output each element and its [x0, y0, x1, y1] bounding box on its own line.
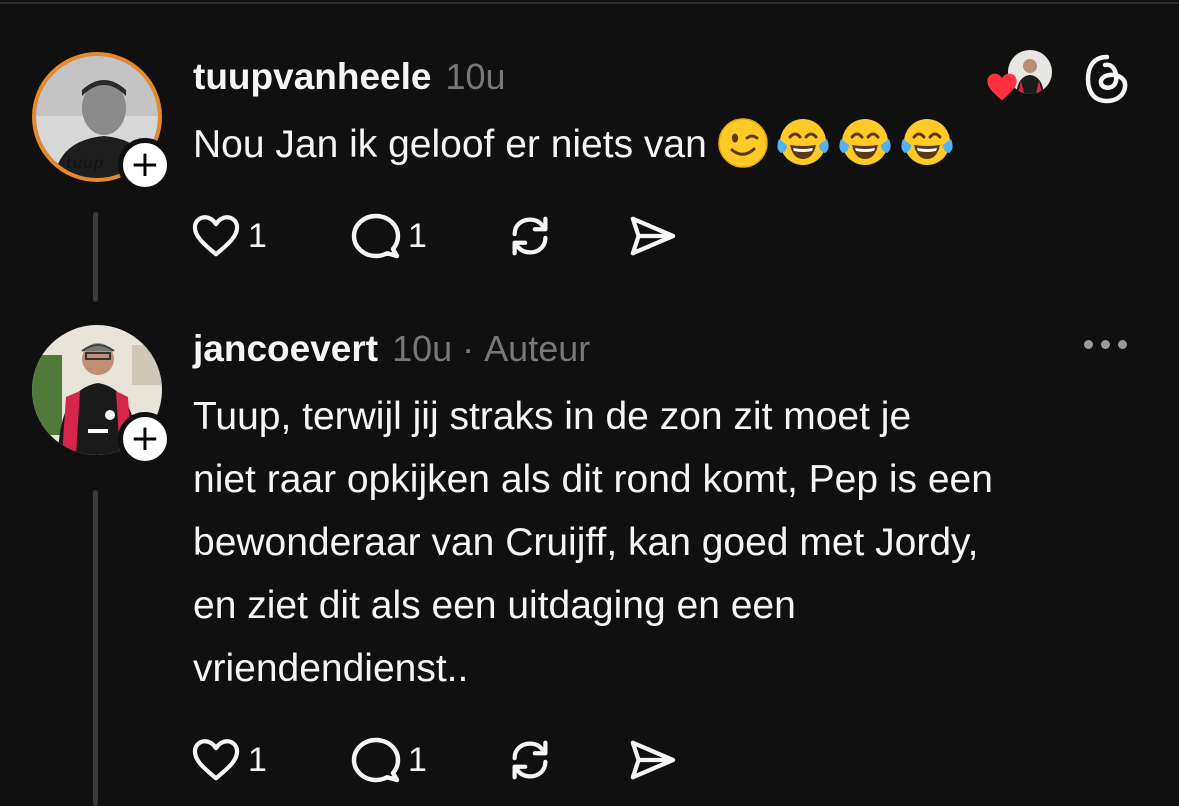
threads-logo-icon[interactable] [1084, 54, 1130, 104]
repost-icon [512, 216, 548, 256]
send-icon [630, 740, 676, 780]
post-text-line: Tuup, terwijl jij straks in de zon zit m… [193, 395, 912, 438]
like-button[interactable]: 1 [190, 737, 350, 783]
reply-button[interactable]: 1 [350, 736, 505, 784]
face-with-tears-of-joy-emoji [901, 118, 953, 165]
post-text-line: niet raar opkijken als dit rond komt, Pe… [193, 458, 993, 501]
send-icon [630, 216, 676, 256]
post-time[interactable]: 10u [392, 328, 452, 370]
thread-line [93, 490, 98, 806]
post-text: Nou Jan ik geloof er niets van [193, 113, 1153, 176]
post-text: Tuup, terwijl jij straks in de zon zit m… [193, 385, 1153, 700]
dot [1084, 340, 1093, 349]
post-text-line: vriendendienst.. [193, 647, 469, 690]
dot [1118, 340, 1127, 349]
post-time[interactable]: 10u [446, 56, 506, 98]
red-heart-icon [987, 73, 1017, 101]
winking-face-emoji [718, 117, 768, 168]
face-with-tears-of-joy-emoji [777, 118, 829, 165]
face-with-tears-of-joy-emoji [839, 118, 891, 165]
repost-icon [512, 740, 548, 780]
comment-icon [351, 737, 401, 783]
dot [1101, 340, 1110, 349]
follow-button[interactable]: + [118, 412, 172, 466]
post-header: tuupvanheele 10u [193, 56, 506, 98]
reply-count: 1 [408, 216, 427, 255]
more-options-button[interactable] [1084, 340, 1127, 349]
username[interactable]: tuupvanheele [193, 56, 432, 98]
like-count: 1 [248, 740, 267, 779]
share-button[interactable] [627, 213, 687, 259]
post-header: jancoevert 10u · Auteur [193, 328, 590, 370]
reply-button[interactable]: 1 [350, 212, 505, 260]
post-actions: 1 1 [190, 735, 687, 785]
liked-by-author-indicator[interactable] [986, 48, 1058, 101]
heart-icon [192, 739, 240, 781]
post-text-content: Nou Jan ik geloof er niets van [193, 123, 707, 166]
like-button[interactable]: 1 [190, 213, 350, 259]
repost-button[interactable] [505, 211, 627, 261]
meta-separator: · [462, 328, 475, 369]
post-text-line: bewonderaar van Cruijff, kan goed met Jo… [193, 521, 979, 564]
author-label: Auteur [484, 328, 591, 369]
username[interactable]: jancoevert [193, 328, 378, 370]
reply-count: 1 [408, 740, 427, 779]
heart-icon [192, 215, 240, 257]
post-actions: 1 1 [190, 211, 687, 261]
avatar-signature: tuup [66, 153, 103, 172]
post-text-line: en ziet dit als een uitdaging en een [193, 584, 796, 627]
share-button[interactable] [627, 737, 687, 783]
emoji-group [717, 117, 955, 169]
top-divider [0, 2, 1179, 4]
comment-icon [351, 213, 401, 259]
like-count: 1 [248, 216, 267, 255]
follow-button[interactable]: + [118, 138, 172, 192]
repost-button[interactable] [505, 735, 627, 785]
thread-line [93, 212, 98, 302]
